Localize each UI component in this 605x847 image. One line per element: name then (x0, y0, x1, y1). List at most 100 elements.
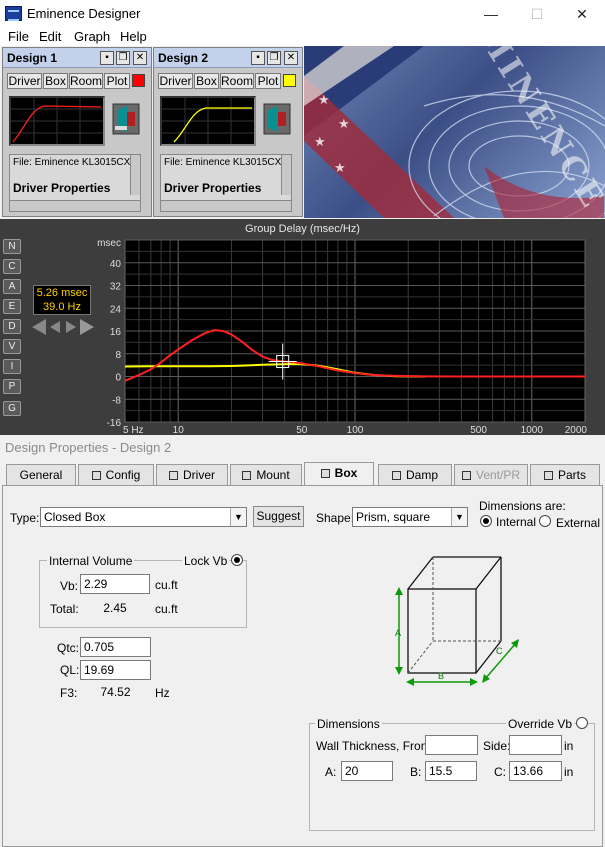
design-1-box-button[interactable]: Box (43, 73, 68, 89)
wall-side-field[interactable] (509, 735, 562, 755)
y-axis-label: msec (97, 238, 121, 249)
close-button[interactable]: ✕ (559, 0, 605, 28)
design-2-file: File: Eminence KL3015CX-8 (164, 157, 291, 168)
side-button-p[interactable]: P (3, 379, 21, 394)
menu-file[interactable]: File (8, 29, 29, 44)
mount-icon (242, 471, 252, 480)
svg-text:★: ★ (334, 160, 346, 175)
cursor-nav-arrows[interactable] (30, 317, 96, 337)
type-label: Type: (10, 511, 40, 525)
app-icon[interactable] (5, 6, 22, 21)
box-label-c: C (496, 646, 503, 656)
maximize-button[interactable]: ☐ (514, 0, 560, 28)
qtc-label: Qtc: (57, 641, 80, 655)
ql-field[interactable]: 19.69 (80, 660, 151, 680)
group-delay-chart[interactable]: msec 40 32 24 16 8 0 -8 -165 Hz 10 50 100 500 1000 200… (90, 234, 590, 435)
c-field[interactable]: 13.66 (509, 761, 562, 781)
side-button-d[interactable]: D (3, 319, 21, 334)
design-2-file-box[interactable]: File: Eminence KL3015CX-8 Driver Propert… (160, 154, 292, 212)
internal-radio[interactable] (480, 515, 492, 527)
design-1-file-box[interactable]: File: Eminence KL3015CX-8 Driver Propert… (9, 154, 141, 212)
side-button-a[interactable]: A (3, 279, 21, 294)
y-tick-label: 8 (115, 350, 121, 361)
x-tick-label: 10 (173, 425, 185, 435)
side-button-e[interactable]: E (3, 299, 21, 314)
design-2-box-button[interactable]: Box (194, 73, 219, 89)
window-title: Eminence Designer (27, 6, 141, 21)
design-2-color-swatch[interactable] (283, 74, 296, 87)
vb-field[interactable]: 2.29 (80, 574, 150, 594)
design-2-plot-button[interactable]: Plot (255, 73, 281, 89)
design-1-vscroll[interactable] (130, 155, 140, 195)
design-1-driver-button[interactable]: Driver (7, 73, 42, 89)
y-tick-label: 32 (110, 282, 122, 293)
design-1-title: Design 1 (7, 51, 58, 65)
tab-box[interactable]: Box (304, 462, 374, 487)
wall-unit: in (564, 739, 574, 753)
type-select[interactable]: Closed Box ▼ (40, 507, 247, 527)
cursor-left-icon (50, 321, 60, 333)
menu-graph[interactable]: Graph (74, 29, 110, 44)
lock-vb-radio[interactable] (231, 554, 243, 566)
side-button-i[interactable]: I (3, 359, 21, 374)
close-icon[interactable]: ✕ (284, 51, 298, 65)
override-vb-radio[interactable] (576, 717, 588, 729)
menu-edit[interactable]: Edit (39, 29, 61, 44)
design-1-room-button[interactable]: Room (69, 73, 103, 89)
tab-vent-pr[interactable]: Vent/PR (454, 464, 528, 486)
side-button-v[interactable]: V (3, 339, 21, 354)
tab-parts-label: Parts (557, 468, 586, 482)
design-2-hscroll[interactable] (161, 200, 291, 211)
side-button-g[interactable]: G (3, 401, 21, 416)
copy-icon[interactable]: ❐ (267, 51, 281, 65)
external-radio[interactable] (539, 515, 551, 527)
design-1-header: Design 1 ▪ ❐ ✕ (3, 48, 151, 68)
design-1-plot-button[interactable]: Plot (104, 73, 130, 89)
shape-select[interactable]: Prism, square ▼ (352, 507, 468, 527)
shape-select-value: Prism, square (356, 510, 431, 524)
design-2-room-button[interactable]: Room (220, 73, 254, 89)
tab-damp[interactable]: Damp (378, 464, 452, 486)
tab-bar: General Config Driver Mount Box Damp Ven… (0, 462, 605, 487)
tab-general[interactable]: General (6, 464, 76, 486)
side-button-c[interactable]: C (3, 259, 21, 274)
svg-text:★: ★ (318, 92, 330, 107)
tab-driver[interactable]: Driver (156, 464, 228, 486)
wall-front-field[interactable] (425, 735, 478, 755)
internal-volume-group (39, 560, 247, 628)
b-field[interactable]: 15.5 (425, 761, 477, 781)
svg-text:★: ★ (314, 134, 326, 149)
design-1-color-swatch[interactable] (132, 74, 145, 87)
vent-icon (461, 471, 471, 480)
design-2-vscroll[interactable] (281, 155, 291, 195)
close-icon[interactable]: ✕ (133, 51, 147, 65)
dimensions-are-label: Dimensions are: (479, 499, 566, 513)
f3-unit: Hz (155, 686, 170, 700)
suggest-button[interactable]: Suggest (253, 506, 304, 527)
save-icon[interactable]: ▪ (251, 51, 265, 65)
qtc-field[interactable]: 0.705 (80, 637, 151, 657)
wall-thickness-label: Wall Thickness, Front: (316, 739, 435, 753)
design-2-mini-curve (162, 98, 254, 144)
design-1-mini-curve (11, 98, 103, 144)
shape-label: Shape: (316, 511, 355, 525)
design-2-driver-button[interactable]: Driver (158, 73, 193, 89)
design-1-hscroll[interactable] (10, 200, 140, 211)
side-button-n[interactable]: N (3, 239, 21, 254)
f3-label: F3: (60, 686, 78, 700)
total-unit: cu.ft (155, 602, 178, 616)
copy-icon[interactable]: ❐ (116, 51, 130, 65)
a-field[interactable]: 20 (341, 761, 393, 781)
box-label-a: A (395, 628, 401, 638)
minimize-button[interactable]: — (468, 0, 514, 28)
lock-vb-label: Lock Vb (182, 554, 230, 568)
damp-icon (391, 471, 401, 480)
menu-help[interactable]: Help (120, 29, 147, 44)
dimensions-label: Dimensions (315, 717, 382, 731)
tab-parts[interactable]: Parts (530, 464, 600, 486)
save-icon[interactable]: ▪ (100, 51, 114, 65)
tab-config[interactable]: Config (78, 464, 154, 486)
side-label: Side: (483, 739, 511, 753)
tab-mount[interactable]: Mount (230, 464, 302, 486)
y-tick-label: -8 (112, 395, 121, 406)
